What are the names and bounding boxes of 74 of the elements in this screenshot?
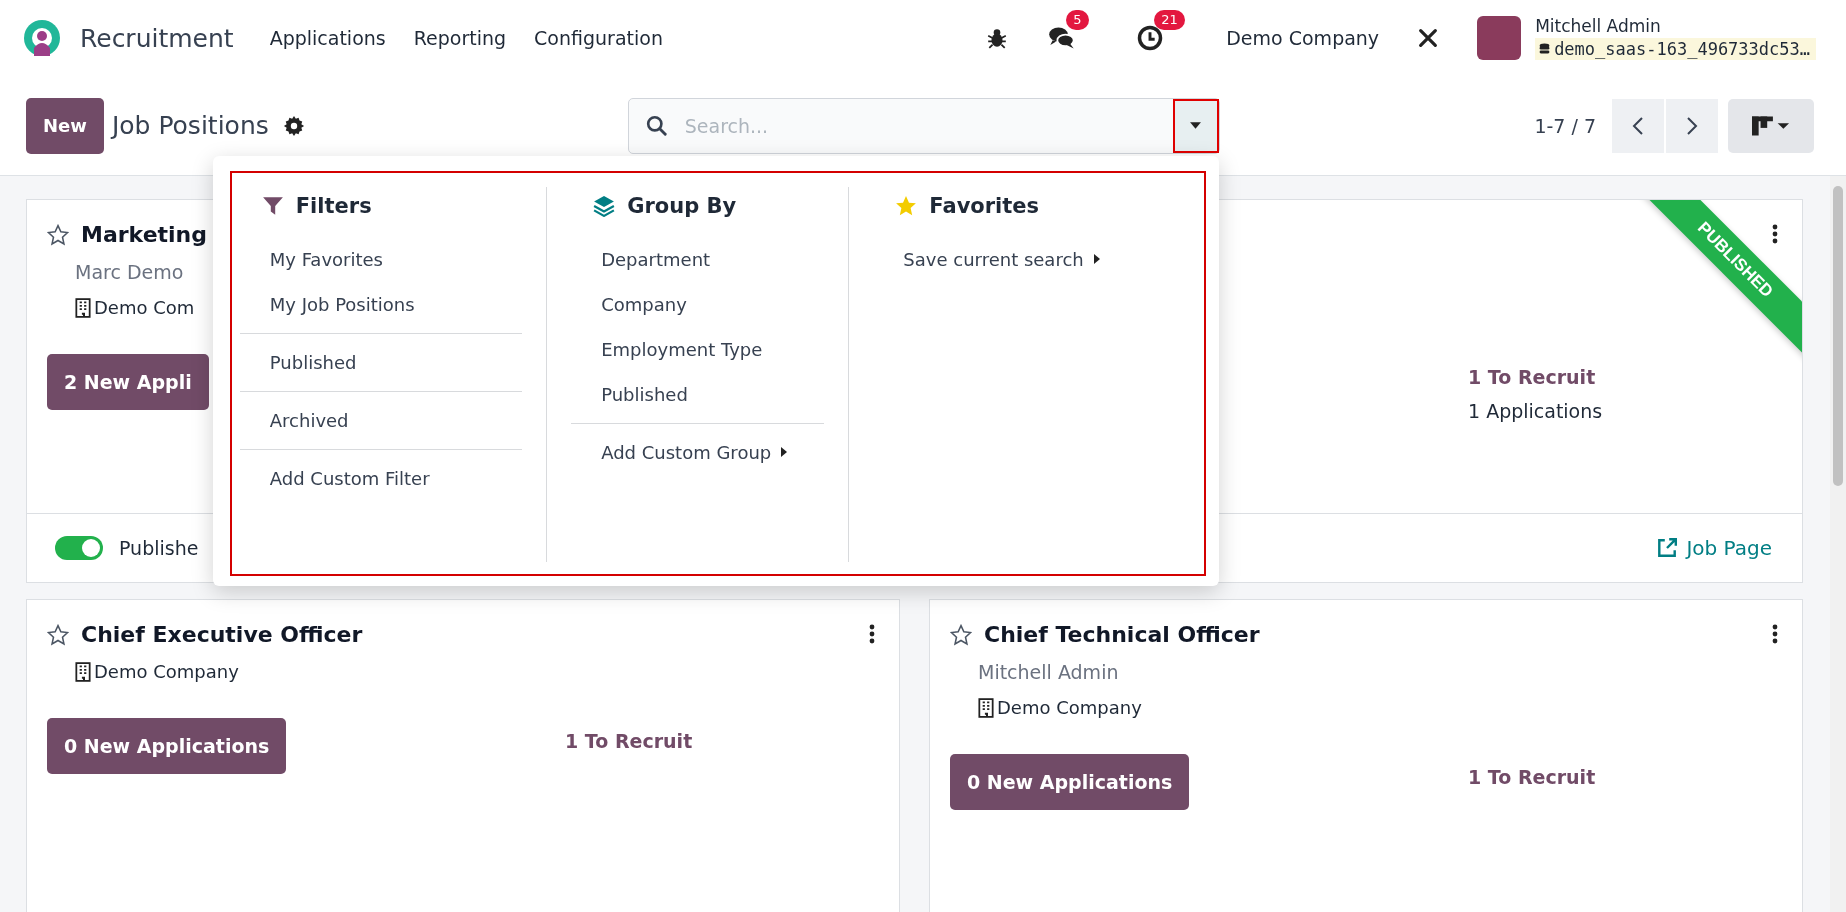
star-icon[interactable] — [950, 623, 972, 646]
new-applications-button[interactable]: 0 New Applications — [950, 754, 1190, 810]
more-options-icon[interactable] — [1772, 624, 1778, 644]
caret-icon — [1189, 121, 1203, 130]
new-applications-button[interactable]: 2 New Appli — [47, 354, 209, 410]
job-title: Marketing — [81, 222, 208, 247]
star-icon[interactable] — [47, 623, 69, 646]
group-by-heading: Group By — [627, 193, 737, 218]
group-by-option[interactable]: Employment Type — [571, 326, 825, 372]
published-label: Publishe — [119, 537, 199, 559]
to-recruit-count[interactable]: 1 To Recruit — [565, 718, 693, 752]
chevron-left-icon — [1632, 115, 1644, 136]
job-page-link[interactable]: Job Page — [1656, 536, 1772, 560]
filter-icon — [261, 194, 284, 217]
add-custom-group[interactable]: Add Custom Group — [571, 429, 825, 475]
new-button[interactable]: New — [26, 97, 104, 154]
published-switch[interactable] — [55, 536, 103, 560]
pager-counter[interactable]: 1-7 / 7 — [1534, 114, 1596, 137]
more-options-icon[interactable] — [869, 624, 875, 644]
user-avatar[interactable] — [1477, 16, 1522, 60]
building-icon — [978, 697, 994, 718]
job-card[interactable]: Chief Executive Officer Demo Company 0 New Applications 1 To Recruit — [26, 599, 900, 912]
job-card[interactable]: Chief Technical Officer Mitchell Admin Demo Company 0 New Applications 1 To Recruit — [929, 599, 1803, 912]
more-options-icon[interactable] — [1772, 224, 1778, 244]
search-field[interactable]: Search... — [627, 97, 1220, 154]
search-options-toggle[interactable] — [1172, 98, 1219, 153]
star-icon[interactable] — [47, 223, 69, 246]
caret-icon — [1093, 254, 1100, 264]
notification-count: 21 — [1154, 10, 1185, 30]
star-icon — [895, 194, 918, 217]
user-name[interactable]: Mitchell Admin — [1535, 16, 1816, 36]
applications-count[interactable]: 1 Applications — [1468, 400, 1603, 422]
clock-icon[interactable] — [1136, 24, 1165, 52]
group-by-option[interactable]: Department — [571, 236, 825, 282]
company-name: Demo Company — [997, 697, 1142, 718]
filter-option[interactable]: My Favorites — [239, 236, 523, 282]
filter-option[interactable]: Published — [239, 339, 523, 385]
filters-heading: Filters — [295, 193, 372, 218]
app-name[interactable]: Recruitment — [80, 23, 234, 53]
building-icon — [75, 661, 91, 682]
notification-count: 5 — [1066, 10, 1089, 30]
manager-name: Marc Demo — [75, 261, 184, 283]
company-switcher[interactable]: Demo Company — [1212, 19, 1394, 57]
manager-name: Mitchell Admin — [978, 661, 1119, 683]
building-icon — [75, 297, 91, 318]
page-title: Job Positions — [111, 111, 269, 140]
database-label: demo_saas-163_496733dc53… — [1535, 38, 1816, 60]
menu-item[interactable]: Reporting — [399, 19, 521, 57]
bug-icon[interactable] — [986, 27, 1009, 49]
job-title: Chief Executive Officer — [81, 622, 363, 647]
to-recruit-count[interactable]: 1 To Recruit — [1468, 754, 1596, 788]
scrollbar[interactable] — [1830, 176, 1846, 912]
caret-icon — [781, 447, 788, 457]
app-logo-icon[interactable] — [22, 18, 62, 58]
settings-icon[interactable] — [282, 114, 305, 137]
chevron-right-icon — [1686, 115, 1698, 136]
filter-option[interactable]: My Job Positions — [239, 281, 523, 327]
to-recruit-count[interactable]: 1 To Recruit — [1468, 354, 1603, 388]
filter-option[interactable]: Add Custom Filter — [239, 455, 523, 501]
company-name: Demo Company — [94, 661, 239, 682]
menu-item[interactable]: Configuration — [520, 19, 677, 57]
layers-icon — [593, 194, 616, 217]
filter-option[interactable]: Archived — [239, 397, 523, 443]
search-icon — [645, 114, 668, 137]
group-by-option[interactable]: Published — [571, 371, 825, 417]
company-name: Demo Com — [94, 297, 195, 318]
database-icon — [1539, 42, 1551, 56]
external-link-icon — [1656, 537, 1679, 559]
new-applications-button[interactable]: 0 New Applications — [47, 718, 287, 774]
kanban-view-button[interactable] — [1728, 98, 1814, 153]
job-title: Chief Technical Officer — [984, 622, 1260, 647]
menu-item[interactable]: Applications — [255, 19, 400, 57]
kanban-icon — [1752, 115, 1790, 136]
group-by-option[interactable]: Company — [571, 281, 825, 327]
